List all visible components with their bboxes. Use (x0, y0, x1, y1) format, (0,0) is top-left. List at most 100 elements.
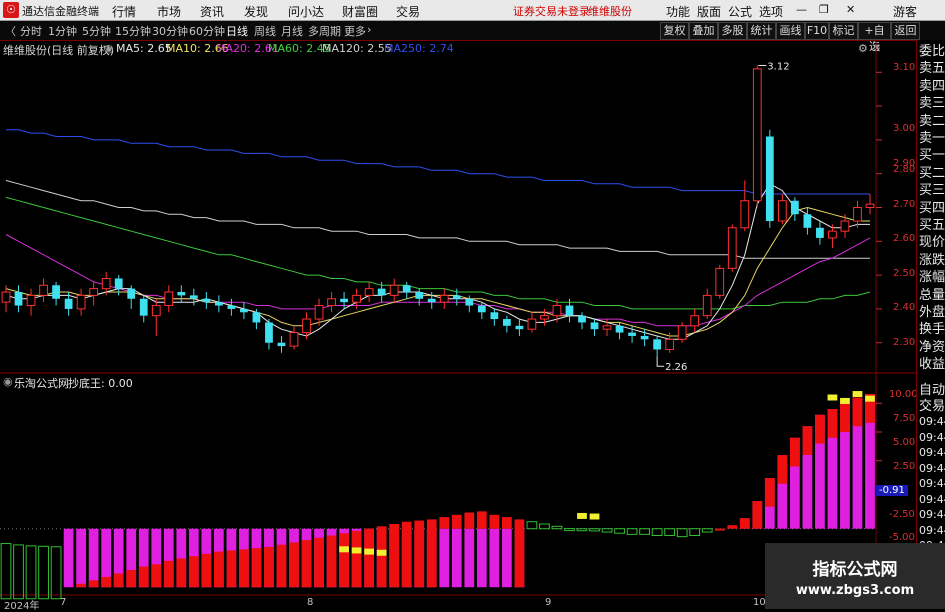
button-multi-stock[interactable]: 多股 (718, 22, 747, 40)
app-title: 通达信金融终端 (22, 5, 99, 18)
candle-down (377, 288, 386, 296)
y-tick: 2.80 (893, 164, 916, 175)
y-tick: 3.00 (893, 123, 916, 134)
button-stats[interactable]: 统计 (747, 22, 776, 40)
candle-down (427, 298, 436, 303)
close-icon[interactable]: ✕ (846, 3, 855, 16)
minimize-icon[interactable]: — (796, 3, 807, 16)
chart-area[interactable]: 3.12 2.26 (0, 40, 916, 609)
indicator-bar-magenta (464, 528, 475, 588)
period-tab-30min[interactable]: 30分钟 (152, 23, 188, 39)
low-pointer (656, 356, 665, 367)
y-tick-sub: 5.00 (893, 437, 916, 448)
menu-item-trade[interactable]: 交易 (396, 3, 420, 20)
time-label: 09:44 (919, 430, 945, 444)
indicator-bar-red (264, 547, 274, 588)
ma-line-ma10 (5, 206, 870, 337)
candle-down (502, 319, 511, 326)
indicator-bar-red (213, 551, 224, 588)
candle-up (439, 294, 449, 303)
menu-item-layout[interactable]: 版面 (697, 3, 721, 20)
y-tick: 2.30 (893, 337, 916, 348)
quote-label: 买一 (919, 148, 945, 164)
indicator-mark-yellow (339, 546, 349, 553)
menu-item-market[interactable]: 行情 (112, 3, 136, 20)
period-tab-15min[interactable]: 15分钟 (115, 23, 151, 39)
indicator-bar-red (714, 528, 725, 531)
button-f10[interactable]: F10 (805, 22, 829, 40)
period-tab-5min[interactable]: 5分钟 (82, 23, 111, 39)
indicator-bar-red (376, 526, 387, 588)
button-back[interactable]: 返回 (891, 22, 920, 40)
candle-up (853, 207, 862, 222)
candle-up (164, 291, 174, 307)
x-tick: 2024年 (4, 601, 40, 612)
more-chevron-icon[interactable]: › (367, 23, 371, 36)
indicator-bar-red (326, 535, 337, 588)
indicator-bar-green (664, 528, 676, 536)
candle-down (490, 312, 499, 320)
menu-bar: ☉ 通达信金融终端 行情 市场 资讯 发现 问小达 财富圈 交易 证券交易未登录… (0, 0, 945, 21)
candle-down (415, 292, 424, 299)
high-price-label: 3.12 (767, 62, 789, 73)
user-label[interactable]: 游客 (893, 3, 917, 20)
indicator-bar-red (764, 478, 775, 507)
indicator-bar-green (689, 528, 701, 536)
indicator-bar-red (789, 437, 800, 467)
low-price-label: 2.26 (665, 362, 687, 373)
login-warning[interactable]: 证券交易未登录 (513, 3, 590, 19)
period-tab-timeshare[interactable]: 分时 (20, 23, 42, 39)
quote-label: 涨跌 (919, 252, 945, 268)
button-draw[interactable]: 画线 (776, 22, 805, 40)
indicator-bar-green (539, 523, 550, 530)
indicator-bar-green (38, 545, 49, 600)
indicator-bar-green (50, 546, 62, 600)
button-overlay[interactable]: 叠加 (689, 22, 718, 40)
period-tab-daily[interactable]: 日线 (226, 23, 248, 39)
candle-up (828, 230, 837, 239)
indicator-bar-red (464, 512, 475, 529)
period-tab-weekly[interactable]: 周线 (254, 23, 276, 39)
period-tab-1min[interactable]: 1分钟 (48, 23, 77, 39)
period-tab-monthly[interactable]: 月线 (281, 23, 303, 39)
indicator-bar-red (351, 530, 362, 588)
indicator-bar-red (501, 517, 512, 529)
indicator-mark-yellow (376, 549, 387, 556)
stock-name-top: 维维股份 (588, 5, 632, 18)
period-tab-more[interactable]: 更多 (344, 23, 366, 39)
restore-icon[interactable]: ❐ (819, 3, 829, 16)
quote-label: 买四 (919, 200, 945, 216)
candle-down (803, 214, 812, 228)
menu-item-news[interactable]: 资讯 (200, 3, 224, 20)
menu-item-ask[interactable]: 问小达 (288, 3, 324, 20)
y-tick: 2.60 (893, 233, 916, 244)
time-label: 09:44 (919, 508, 945, 521)
time-label: 09:44 (919, 415, 945, 428)
x-tick: 9 (545, 597, 552, 608)
button-mark[interactable]: 标记 (829, 22, 858, 40)
indicator-bar-green (676, 528, 688, 538)
quote-label: 卖四 (919, 78, 945, 94)
menu-item-discover[interactable]: 发现 (244, 3, 268, 20)
menu-item-wealth[interactable]: 财富圈 (342, 3, 378, 20)
indicator-bar-green (576, 528, 588, 532)
button-adjust[interactable]: 复权 (660, 22, 689, 40)
menu-item-markets[interactable]: 市场 (157, 3, 181, 20)
candle-down (227, 305, 236, 309)
period-tab-multi[interactable]: 多周期 (308, 23, 341, 39)
quote-label: 收益 (919, 357, 945, 373)
quote-label: 外盘 (919, 305, 945, 320)
menu-toggle-icon[interactable]: 〈 (5, 23, 16, 39)
button-add-watchlist[interactable]: +自选 (858, 22, 891, 53)
period-tab-60min[interactable]: 60分钟 (189, 23, 225, 39)
menu-item-options[interactable]: 选项 (759, 3, 783, 20)
candle-up (540, 315, 549, 320)
candle-up (727, 227, 737, 269)
menu-item-function[interactable]: 功能 (666, 3, 690, 20)
y-tick: 2.40 (893, 302, 916, 313)
indicator-mark-yellow (840, 397, 850, 404)
candle-up (552, 305, 562, 317)
indicator-bar-red (151, 564, 162, 588)
indicator-bar-green (0, 543, 12, 600)
menu-item-formula[interactable]: 公式 (728, 3, 752, 20)
